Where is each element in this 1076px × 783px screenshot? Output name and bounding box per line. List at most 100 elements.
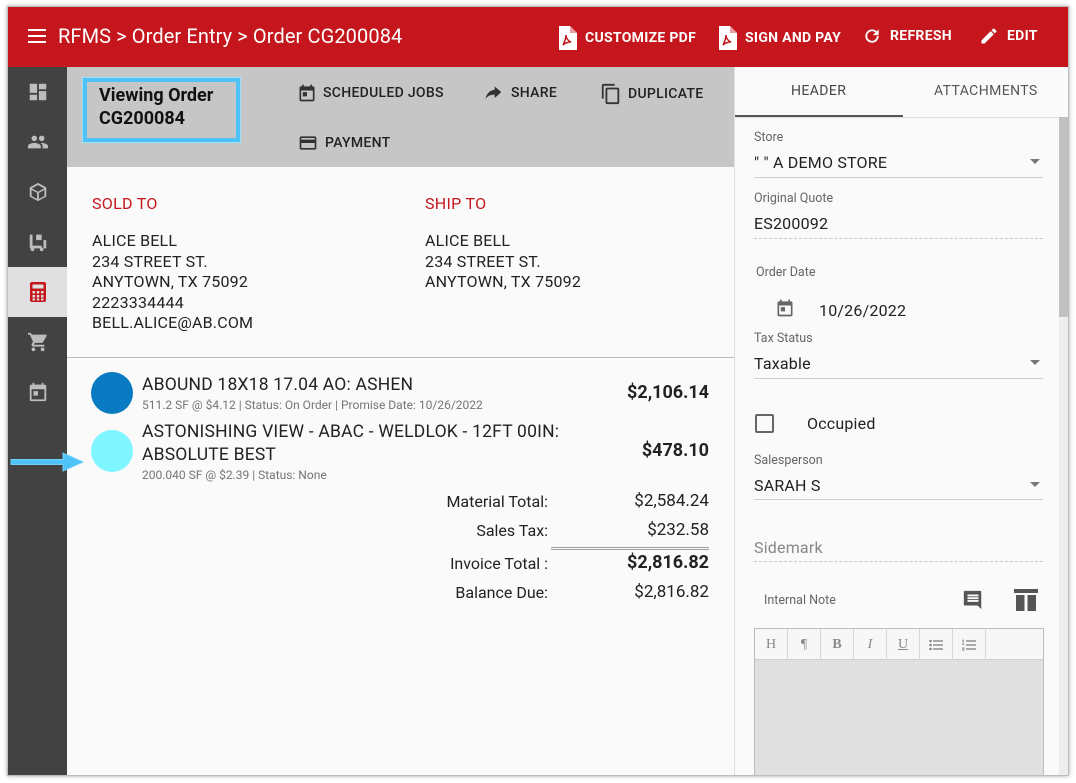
side-nav <box>8 67 67 775</box>
tax-status-underline <box>754 378 1043 379</box>
calculator-icon <box>29 282 46 302</box>
tax-status-label: Tax Status <box>754 331 813 346</box>
italic-button[interactable]: I <box>854 629 887 660</box>
refresh-icon <box>865 29 879 43</box>
nav-calendar[interactable] <box>8 367 67 417</box>
products-icon <box>29 182 46 202</box>
trash-icon[interactable] <box>1012 588 1040 612</box>
line-item-title[interactable]: ABOUND 18X18 17.04 AO: ASHEN <box>142 374 413 397</box>
heading-button[interactable]: H <box>755 629 788 660</box>
hamburger-menu-icon[interactable] <box>28 29 46 43</box>
duplicate-label: DUPLICATE <box>628 86 704 102</box>
tax-status-select[interactable]: Taxable <box>754 354 811 373</box>
material-total-value: $2,584.24 <box>634 491 709 511</box>
edit-button[interactable]: EDIT <box>979 26 1038 46</box>
share-button[interactable]: SHARE <box>481 83 557 103</box>
editor-toolbar: H ¶ B I U <box>755 629 1043 660</box>
original-quote-value: ES200092 <box>754 214 829 233</box>
underline-button[interactable]: U <box>887 629 920 660</box>
sidemark-field[interactable]: Sidemark <box>754 538 823 557</box>
dashboard-icon <box>29 83 46 101</box>
line-item-amount: $2,106.14 <box>627 382 709 403</box>
store-label: Store <box>754 130 784 145</box>
calendar-icon[interactable] <box>775 298 795 318</box>
duplicate-icon <box>601 83 620 105</box>
scheduled-jobs-label: SCHEDULED JOBS <box>323 85 444 101</box>
panel-scrollbar[interactable] <box>1059 117 1068 775</box>
edit-label: EDIT <box>1007 28 1038 44</box>
order-date-value[interactable]: 10/26/2022 <box>819 301 906 320</box>
numbered-list-button[interactable] <box>953 629 986 660</box>
invoice-total-value: $2,816.82 <box>627 552 709 573</box>
nav-products[interactable] <box>8 167 67 217</box>
bold-button[interactable]: B <box>821 629 854 660</box>
viewing-order-line1: Viewing Order <box>99 85 214 106</box>
line-item-title-line2: ABSOLUTE BEST <box>142 445 277 465</box>
salesperson-label: Salesperson <box>754 453 823 468</box>
salesperson-underline <box>754 499 1043 500</box>
customize-pdf-label: CUSTOMIZE PDF <box>585 30 697 46</box>
sold-to-phone: 2223334444 <box>92 292 184 312</box>
occupied-checkbox[interactable] <box>755 414 774 433</box>
internal-note-label: Internal Note <box>764 593 836 608</box>
chevron-down-icon[interactable] <box>1030 482 1040 487</box>
ship-to-heading: SHIP TO <box>425 194 487 213</box>
viewing-order-title: Viewing Order CG200084 <box>83 78 240 142</box>
order-detail: Viewing Order CG200084 SCHEDULED JOBS SH… <box>67 67 734 775</box>
scheduled-jobs-button[interactable]: SCHEDULED JOBS <box>297 83 444 103</box>
sold-to-address: ALICE BELL 234 STREET ST. ANYTOWN, TX 75… <box>92 231 253 334</box>
nav-cart[interactable] <box>8 317 67 367</box>
ship-to-name: ALICE BELL <box>425 231 511 250</box>
line-item-amount: $478.10 <box>641 440 709 461</box>
header-panel: HEADER ATTACHMENTS Store " " A DEMO STOR… <box>734 67 1068 775</box>
comment-icon[interactable] <box>961 589 985 611</box>
tabs-divider <box>735 117 1068 118</box>
share-arrow-icon <box>485 86 502 99</box>
chevron-down-icon[interactable] <box>1030 159 1040 164</box>
section-divider <box>67 357 734 358</box>
store-select[interactable]: " " A DEMO STORE <box>754 153 887 172</box>
payment-label: PAYMENT <box>325 135 391 151</box>
ship-to-street: 234 STREET ST. <box>425 251 541 271</box>
credit-card-icon <box>299 136 317 150</box>
ship-to-city: ANYTOWN, TX 75092 <box>425 272 582 291</box>
refresh-button[interactable]: REFRESH <box>862 26 952 46</box>
sign-and-pay-button[interactable]: SIGN AND PAY <box>717 26 841 50</box>
tab-attachments[interactable]: ATTACHMENTS <box>934 83 1038 99</box>
nav-orders[interactable] <box>8 267 67 317</box>
sold-to-city: ANYTOWN, TX 75092 <box>92 272 249 291</box>
sign-pdf-icon <box>719 26 737 50</box>
cart-icon <box>27 332 47 352</box>
ship-to-address: ALICE BELL 234 STREET ST. ANYTOWN, TX 75… <box>425 231 581 293</box>
sold-to-heading: SOLD TO <box>92 194 158 213</box>
nav-dashboard[interactable] <box>8 67 67 117</box>
internal-note-editor[interactable]: H ¶ B I U <box>754 628 1044 775</box>
order-date-label: Order Date <box>756 265 816 280</box>
chevron-down-icon[interactable] <box>1030 360 1040 365</box>
refresh-label: REFRESH <box>890 28 952 44</box>
sign-and-pay-label: SIGN AND PAY <box>745 30 842 46</box>
payment-button[interactable]: PAYMENT <box>297 133 390 153</box>
occupied-label: Occupied <box>807 414 876 433</box>
line-item-details: 200.040 SF @ $2.39 | Status: None <box>142 468 327 482</box>
line-item-status-dot[interactable] <box>91 430 133 472</box>
customize-pdf-button[interactable]: CUSTOMIZE PDF <box>557 26 696 50</box>
pencil-icon <box>981 28 997 44</box>
line-item-title[interactable]: ASTONISHING VIEW - ABAC - WELDLOK - 12FT… <box>142 421 559 467</box>
salesperson-select[interactable]: SARAH S <box>754 476 821 495</box>
numbered-list-icon <box>962 639 976 651</box>
line-item-status-dot[interactable] <box>91 372 133 414</box>
line-item-details: 511.2 SF @ $4.12 | Status: On Order | Pr… <box>142 398 483 412</box>
calendar-icon <box>299 84 315 102</box>
bulleted-list-button[interactable] <box>920 629 953 660</box>
balance-due-label: Balance Due: <box>455 583 548 602</box>
scrollbar-thumb[interactable] <box>1059 117 1068 317</box>
duplicate-button[interactable]: DUPLICATE <box>600 83 703 105</box>
nav-inventory[interactable] <box>8 217 67 267</box>
nav-customers[interactable] <box>8 117 67 167</box>
active-tab-indicator <box>735 115 903 117</box>
paragraph-button[interactable]: ¶ <box>788 629 821 660</box>
sales-tax-value: $232.58 <box>647 520 709 540</box>
tab-header[interactable]: HEADER <box>791 83 846 99</box>
sold-to-name: ALICE BELL <box>92 231 178 250</box>
